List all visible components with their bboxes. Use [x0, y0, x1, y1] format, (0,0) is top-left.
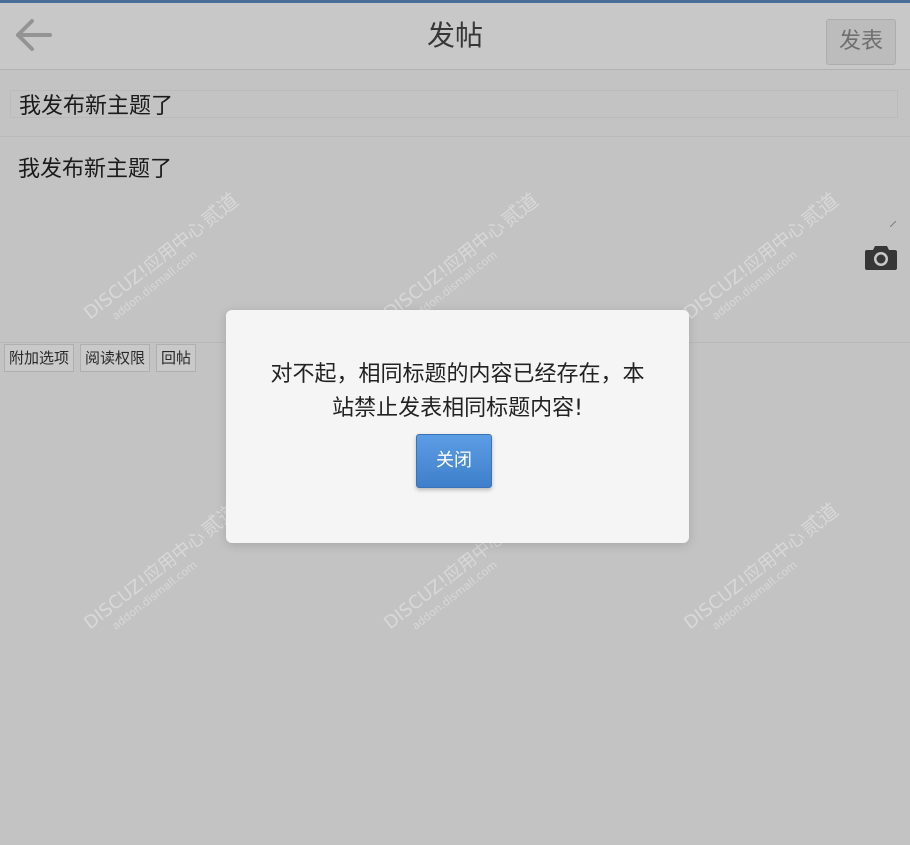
dialog-message-line-2: 站禁止发表相同标题内容! [332, 396, 583, 421]
dialog-message: 对不起，相同标题的内容已经存在，本 站禁止发表相同标题内容! [246, 358, 669, 426]
dialog-message-line-1: 对不起，相同标题的内容已经存在，本 [270, 362, 645, 387]
alert-dialog: 对不起，相同标题的内容已经存在，本 站禁止发表相同标题内容! 关闭 [226, 310, 689, 543]
close-button[interactable]: 关闭 [416, 434, 492, 488]
